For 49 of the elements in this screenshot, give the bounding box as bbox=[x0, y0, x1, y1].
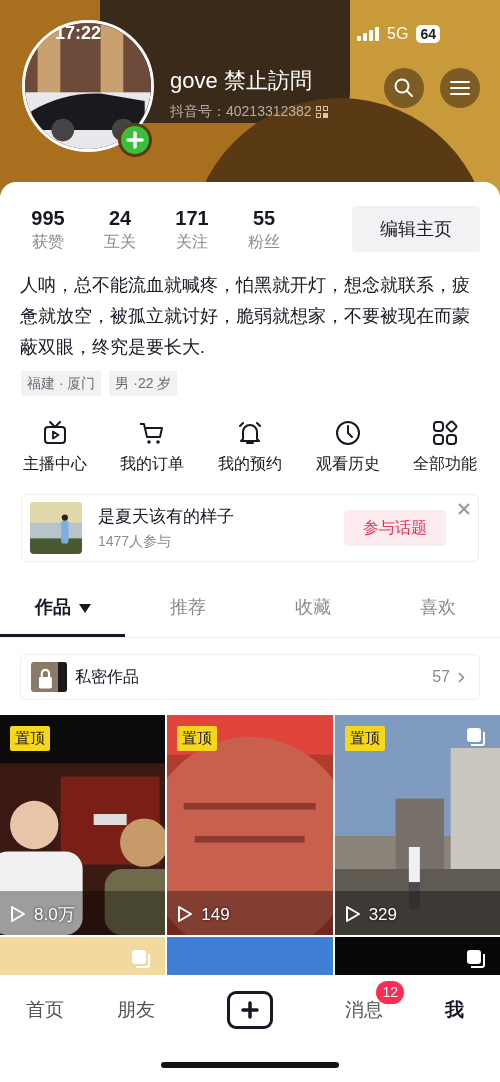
pinned-badge: 置顶 bbox=[177, 726, 218, 751]
shortcut-label[interactable]: 我的预约 bbox=[218, 452, 282, 476]
view-count: 8.0万 bbox=[34, 903, 75, 926]
nav-tab[interactable]: 朋友 bbox=[111, 994, 162, 1026]
stat-label: 获赞 bbox=[32, 232, 64, 252]
view-count: 149 bbox=[201, 903, 230, 926]
play-icon bbox=[177, 905, 194, 924]
stat-label: 粉丝 bbox=[248, 232, 280, 252]
shortcut-label[interactable]: 主播中心 bbox=[22, 452, 87, 476]
stat-value: 995 bbox=[31, 206, 65, 230]
edit-profile-button[interactable]: 编辑主页 bbox=[352, 206, 480, 252]
profile-tab[interactable]: 推荐 bbox=[125, 582, 250, 637]
cart-icon[interactable] bbox=[139, 420, 166, 446]
shortcut-label[interactable]: 我的订单 bbox=[120, 452, 185, 476]
create-button[interactable] bbox=[227, 991, 273, 1029]
grid-icon[interactable] bbox=[432, 420, 459, 446]
tv-icon[interactable] bbox=[41, 420, 68, 446]
profile-tag: 福建 · 厦门 bbox=[21, 371, 102, 396]
private-works-row[interactable]: 私密作品 57 bbox=[20, 654, 480, 700]
stat-value: 55 bbox=[252, 206, 276, 230]
stat-value: 171 bbox=[175, 206, 209, 230]
nav-tab[interactable]: 我 bbox=[439, 994, 471, 1026]
pinned-badge: 置顶 bbox=[10, 726, 50, 751]
chevron-right-icon bbox=[458, 671, 465, 683]
bell-icon[interactable] bbox=[237, 420, 263, 446]
caret-icon[interactable] bbox=[78, 603, 91, 613]
stat-label: 互关 bbox=[104, 232, 136, 252]
stat-label: 关注 bbox=[176, 232, 208, 252]
private-works-count: 57 bbox=[432, 667, 450, 687]
shortcut-label[interactable]: 全部功能 bbox=[413, 452, 478, 476]
shortcut-label[interactable]: 观看历史 bbox=[315, 452, 380, 476]
profile-tab[interactable]: 喜欢 bbox=[375, 582, 500, 637]
join-topic-button[interactable]: 参与话题 bbox=[344, 510, 446, 546]
play-icon bbox=[344, 905, 361, 924]
view-count: 329 bbox=[368, 903, 398, 926]
profile-tab[interactable]: 作品 bbox=[0, 582, 125, 637]
close-icon[interactable] bbox=[458, 503, 470, 515]
profile-tag: 男 ·22 岁 bbox=[109, 371, 178, 396]
topic-title: 是夏天该有的样子 bbox=[98, 505, 234, 528]
play-icon bbox=[10, 905, 26, 924]
clock-icon[interactable] bbox=[334, 420, 361, 446]
plus-icon[interactable] bbox=[241, 1001, 259, 1019]
participant-count: 1477人参与 bbox=[98, 532, 173, 552]
private-works-label: 私密作品 bbox=[75, 667, 139, 687]
bio-text: 人呐，总不能流血就喊疼，怕黑就开灯，想念就联系，疲惫就放空，被孤立就讨好，脆弱就想家，不要被现在而蒙蔽双眼，终究是要长大. bbox=[19, 274, 471, 359]
stat-value: 24 bbox=[108, 206, 132, 230]
profile-tab[interactable]: 收藏 bbox=[250, 582, 375, 637]
pinned-badge: 置顶 bbox=[344, 726, 385, 751]
nav-tab[interactable]: 首页 bbox=[20, 994, 71, 1026]
